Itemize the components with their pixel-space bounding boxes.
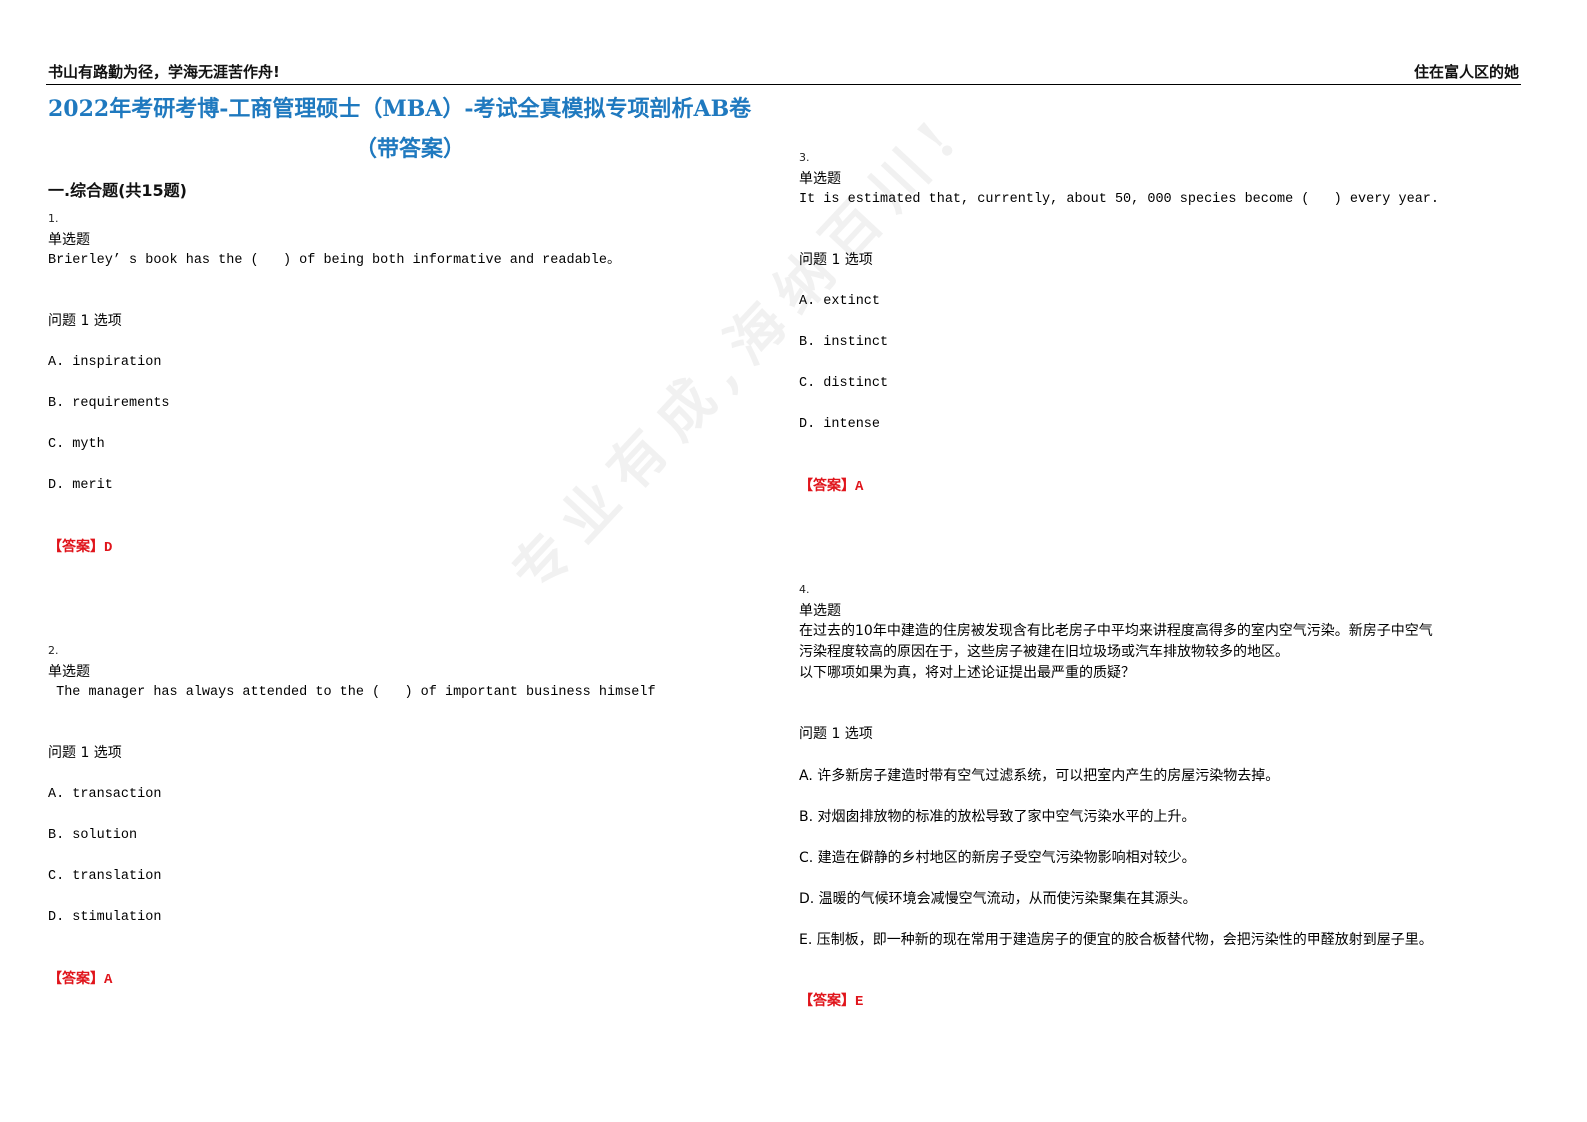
option-b: B. requirements	[48, 396, 170, 411]
option-d: D. merit	[48, 478, 113, 493]
option-c: C. 建造在僻静的乡村地区的新房子受空气污染物影响相对较少。	[799, 850, 1196, 866]
answer: 【答案】E	[799, 991, 1529, 1012]
answer-label: 【答案】	[799, 993, 855, 1009]
question-stem-line-1: 在过去的10年中建造的住房被发现含有比老房子中平均来讲程度高得多的室内空气污染。…	[799, 623, 1433, 639]
document-title: 2022年考研考博-工商管理硕士（MBA）-考试全真模拟专项剖析AB卷	[48, 96, 752, 122]
option-a: A. transaction	[48, 787, 162, 802]
question-type: 单选题	[48, 664, 90, 680]
header-author: 住在富人区的她	[1413, 63, 1519, 81]
option-c: C. distinct	[799, 376, 889, 391]
options-label: 问题 1 选项	[799, 726, 873, 742]
answer: 【答案】A	[48, 969, 656, 990]
question-number: 3.	[799, 151, 810, 164]
options-label: 问题 1 选项	[48, 745, 122, 761]
options-label: 问题 1 选项	[799, 252, 873, 268]
question-4: 4. 单选题 在过去的10年中建造的住房被发现含有比老房子中平均来讲程度高得多的…	[799, 583, 1529, 1012]
question-2: 2. 单选题 The manager has always attended t…	[48, 644, 656, 990]
question-3: 3. 单选题 It is estimated that, currently, …	[799, 151, 1439, 497]
question-stem: Brierley’ s book has the ( ) of being bo…	[48, 253, 621, 268]
option-e: E. 压制板，即一种新的现在常用于建造房子的便宜的胶合板替代物，会把污染性的甲醛…	[799, 932, 1433, 948]
option-a: A. 许多新房子建造时带有空气过滤系统，可以把室内产生的房屋污染物去掉。	[799, 768, 1280, 784]
option-c: C. translation	[48, 869, 162, 884]
question-stem: It is estimated that, currently, about 5…	[799, 192, 1440, 207]
option-d: D. stimulation	[48, 910, 162, 925]
options-label: 问题 1 选项	[48, 313, 122, 329]
header-motto: 书山有路勤为径，学海无涯苦作舟!	[48, 63, 280, 81]
answer-label: 【答案】	[799, 478, 855, 494]
question-stem: The manager has always attended to the (…	[48, 685, 656, 700]
answer-value: E	[855, 994, 864, 1010]
answer-value: D	[104, 540, 113, 556]
answer-value: A	[104, 972, 113, 988]
answer-label: 【答案】	[48, 539, 104, 555]
question-number: 1.	[48, 212, 59, 225]
question-stem-line-3: 以下哪项如果为真，将对上述论证提出最严重的质疑？	[799, 665, 1135, 681]
option-b: B. solution	[48, 828, 138, 843]
document-subtitle: （带答案）	[355, 136, 466, 162]
question-type: 单选题	[48, 232, 90, 248]
question-number: 4.	[799, 583, 810, 596]
option-a: A. extinct	[799, 294, 881, 309]
option-d: D. intense	[799, 417, 881, 432]
answer: 【答案】A	[799, 476, 1439, 497]
question-number: 2.	[48, 644, 59, 657]
answer: 【答案】D	[48, 537, 621, 558]
option-a: A. inspiration	[48, 355, 162, 370]
header-divider	[46, 84, 1521, 85]
option-c: C. myth	[48, 437, 105, 452]
answer-value: A	[855, 479, 864, 495]
question-type: 单选题	[799, 603, 841, 619]
question-stem-line-2: 污染程度较高的原因在于，这些房子被建在旧垃圾场或汽车排放物较多的地区。	[799, 644, 1289, 660]
section-heading: 一.综合题(共15题)	[48, 181, 187, 200]
option-d: D. 温暖的气候环境会减慢空气流动，从而使污染聚集在其源头。	[799, 891, 1197, 907]
question-type: 单选题	[799, 171, 841, 187]
option-b: B. 对烟囱排放物的标准的放松导致了家中空气污染水平的上升。	[799, 809, 1196, 825]
answer-label: 【答案】	[48, 971, 104, 987]
option-b: B. instinct	[799, 335, 889, 350]
question-1: 1. 单选题 Brierley’ s book has the ( ) of b…	[48, 212, 621, 558]
